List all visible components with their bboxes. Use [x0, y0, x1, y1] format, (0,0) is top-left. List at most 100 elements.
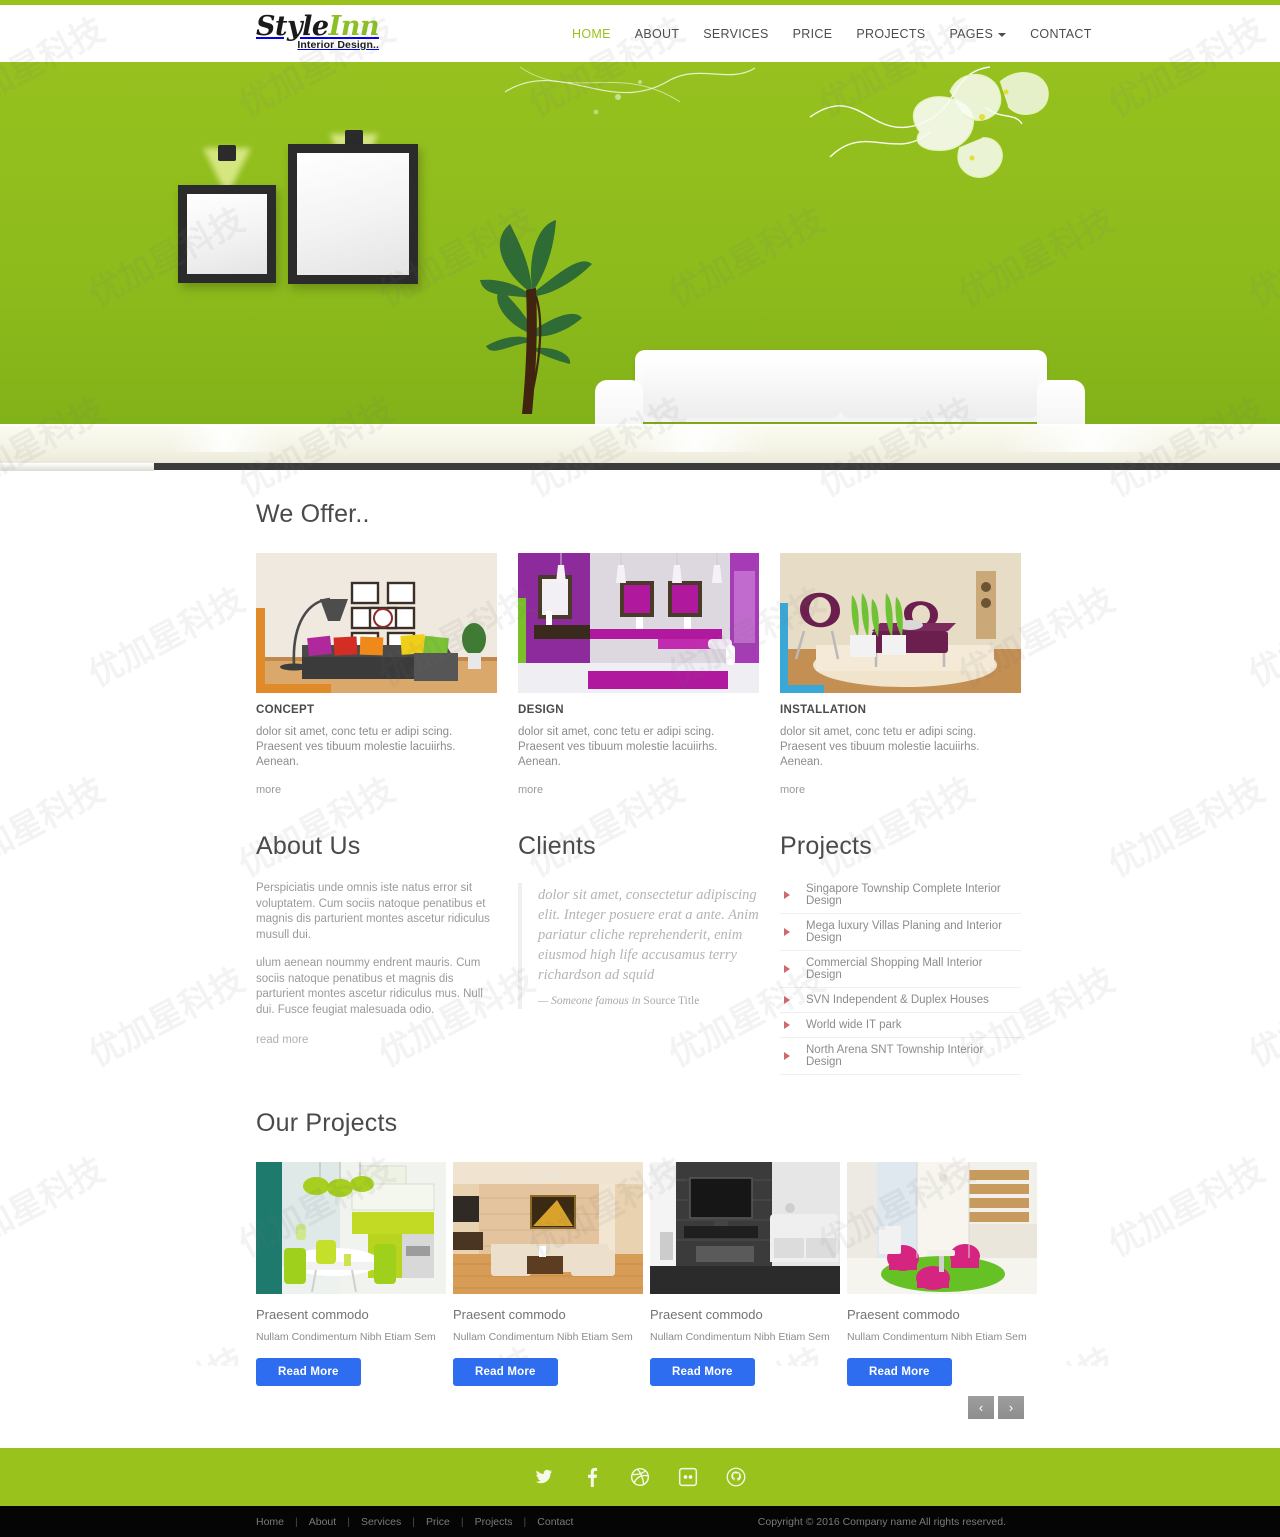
- client-testimonial: dolor sit amet, consectetur adipiscing e…: [518, 883, 759, 1009]
- our-projects-grid: Praesent commodo Nullam Condimentum Nibh…: [256, 1162, 1037, 1386]
- read-more-button-2[interactable]: Read More: [453, 1358, 558, 1386]
- offer-text-design: dolor sit amet, conc tetu er adipi scing…: [518, 726, 718, 768]
- list-item[interactable]: Commercial Shopping Mall Interior Design: [780, 951, 1021, 988]
- we-offer-grid: CONCEPT dolor sit amet, conc tetu er adi…: [256, 553, 1024, 798]
- logo-wordmark: StyleInn: [256, 12, 381, 42]
- pager-prev-button[interactable]: ‹: [968, 1396, 994, 1419]
- about-us-column: About Us Perspiciatis unde omnis iste na…: [256, 832, 497, 1075]
- about-clients-projects-section: About Us Perspiciatis unde omnis iste na…: [0, 798, 1280, 1075]
- frame-mat-large: [297, 153, 409, 275]
- footer-link-contact[interactable]: Contact: [526, 1516, 584, 1528]
- list-item[interactable]: SVN Independent & Duplex Houses: [780, 988, 1021, 1013]
- arrow-right-icon: [784, 1052, 790, 1060]
- project-subtitle-1: Nullam Condimentum Nibh Etiam Sem: [256, 1331, 436, 1343]
- wall-frame-large: [288, 144, 418, 284]
- nav-item-pages-label: PAGES: [949, 26, 994, 41]
- hero-banner: [0, 62, 1280, 462]
- client-quote-attribution: — Someone famous in Source Title: [538, 995, 759, 1007]
- nav-item-contact[interactable]: CONTACT: [1018, 27, 1104, 41]
- offer-text-installation: dolor sit amet, conc tetu er adipi scing…: [780, 726, 980, 768]
- offer-more-design[interactable]: more: [518, 784, 543, 796]
- offer-image-design[interactable]: [518, 553, 759, 693]
- list-item[interactable]: Singapore Township Complete Interior Des…: [780, 881, 1021, 914]
- nav-item-about[interactable]: ABOUT: [623, 27, 692, 41]
- floor-gloss-1: [170, 424, 280, 452]
- quote-source: Source Title: [643, 995, 700, 1007]
- clients-title: Clients: [518, 832, 596, 860]
- offer-image-concept[interactable]: [256, 553, 497, 693]
- our-projects-section: Our Projects Praesent commodo Nullam Con…: [0, 1075, 1280, 1419]
- floor-gloss-2: [620, 424, 770, 452]
- dribbble-icon[interactable]: [629, 1466, 651, 1488]
- project-name-2: Praesent commodo: [453, 1307, 566, 1322]
- pager-next-button[interactable]: ›: [998, 1396, 1024, 1419]
- read-more-button-4[interactable]: Read More: [847, 1358, 952, 1386]
- offer-title-concept: CONCEPT: [256, 704, 315, 716]
- flickr-icon[interactable]: [677, 1466, 699, 1488]
- hero-floor: [0, 424, 1280, 462]
- about-read-more-link[interactable]: read more: [256, 1034, 308, 1046]
- offer-card-design: DESIGN dolor sit amet, conc tetu er adip…: [518, 553, 759, 798]
- project-card-4: Praesent commodo Nullam Condimentum Nibh…: [847, 1162, 1037, 1386]
- main-navigation: HOME ABOUT SERVICES PRICE PROJECTS PAGES…: [560, 5, 1104, 62]
- read-more-button-1[interactable]: Read More: [256, 1358, 361, 1386]
- project-card-3: Praesent commodo Nullam Condimentum Nibh…: [650, 1162, 840, 1386]
- offer-more-installation[interactable]: more: [780, 784, 805, 796]
- about-us-body: Perspiciatis unde omnis iste natus error…: [256, 881, 497, 1018]
- projects-list-title: Projects: [780, 832, 872, 860]
- footer-link-services[interactable]: Services: [350, 1516, 412, 1528]
- site-header: StyleInn Interior Design.. HOME ABOUT SE…: [0, 5, 1280, 62]
- list-item[interactable]: Mega luxury Villas Planing and Interior …: [780, 914, 1021, 951]
- project-card-1: Praesent commodo Nullam Condimentum Nibh…: [256, 1162, 446, 1386]
- site-logo[interactable]: StyleInn Interior Design..: [256, 12, 381, 57]
- we-offer-title: We Offer..: [256, 500, 370, 528]
- hero-carousel-progress-fill: [0, 463, 154, 471]
- footer-social-bar: [0, 1448, 1280, 1506]
- project-subtitle-2: Nullam Condimentum Nibh Etiam Sem: [453, 1331, 633, 1343]
- project-item-label: World wide IT park: [806, 1019, 902, 1031]
- wall-frame-small: [178, 185, 276, 283]
- project-item-label: North Arena SNT Township Interior Design: [806, 1044, 984, 1068]
- project-item-label: Commercial Shopping Mall Interior Design: [806, 957, 983, 981]
- flower-line-art: [809, 66, 1049, 178]
- logo-word-style: Style: [256, 11, 329, 42]
- project-item-label: Singapore Township Complete Interior Des…: [806, 883, 1001, 907]
- footer-link-projects[interactable]: Projects: [464, 1516, 524, 1528]
- offer-image-installation[interactable]: [780, 553, 1021, 693]
- project-image-2[interactable]: [453, 1162, 643, 1294]
- nav-item-home[interactable]: HOME: [560, 27, 623, 41]
- list-item[interactable]: World wide IT park: [780, 1013, 1021, 1038]
- nav-item-services[interactable]: SERVICES: [691, 27, 780, 41]
- read-more-button-3[interactable]: Read More: [650, 1358, 755, 1386]
- twitter-icon[interactable]: [533, 1466, 555, 1488]
- offer-text-concept: dolor sit amet, conc tetu er adipi scing…: [256, 726, 456, 768]
- swirl-line-art: [504, 66, 756, 115]
- project-image-4[interactable]: [847, 1162, 1037, 1294]
- our-projects-title: Our Projects: [256, 1109, 398, 1137]
- bamboo-plant-icon: [480, 220, 592, 414]
- footer-link-home[interactable]: Home: [256, 1516, 295, 1528]
- github-icon[interactable]: [725, 1466, 747, 1488]
- project-image-3[interactable]: [650, 1162, 840, 1294]
- projects-list: Singapore Township Complete Interior Des…: [780, 881, 1021, 1075]
- footer-link-about[interactable]: About: [298, 1516, 347, 1528]
- hero-carousel-progress-track[interactable]: [0, 462, 1280, 471]
- footer-link-price[interactable]: Price: [415, 1516, 461, 1528]
- sofa-cushion-right: [841, 358, 1039, 418]
- we-offer-section: We Offer.. CONCEPT dolor sit amet, conc …: [0, 470, 1280, 798]
- nav-item-projects[interactable]: PROJECTS: [844, 27, 937, 41]
- project-card-2: Praesent commodo Nullam Condimentum Nibh…: [453, 1162, 643, 1386]
- offer-more-concept[interactable]: more: [256, 784, 281, 796]
- projects-pager: ‹ ›: [256, 1396, 1024, 1419]
- nav-item-price[interactable]: PRICE: [781, 27, 845, 41]
- offer-title-design: DESIGN: [518, 704, 564, 716]
- offer-card-concept: CONCEPT dolor sit amet, conc tetu er adi…: [256, 553, 497, 798]
- nav-item-pages[interactable]: PAGES: [937, 27, 1018, 41]
- sofa-cushion-left: [643, 358, 841, 418]
- list-item[interactable]: North Arena SNT Township Interior Design: [780, 1038, 1021, 1075]
- about-paragraph-1: Perspiciatis unde omnis iste natus error…: [256, 882, 490, 941]
- logo-word-inn: Inn: [328, 11, 380, 42]
- facebook-icon[interactable]: [581, 1466, 603, 1488]
- project-subtitle-4: Nullam Condimentum Nibh Etiam Sem: [847, 1331, 1027, 1343]
- project-image-1[interactable]: [256, 1162, 446, 1294]
